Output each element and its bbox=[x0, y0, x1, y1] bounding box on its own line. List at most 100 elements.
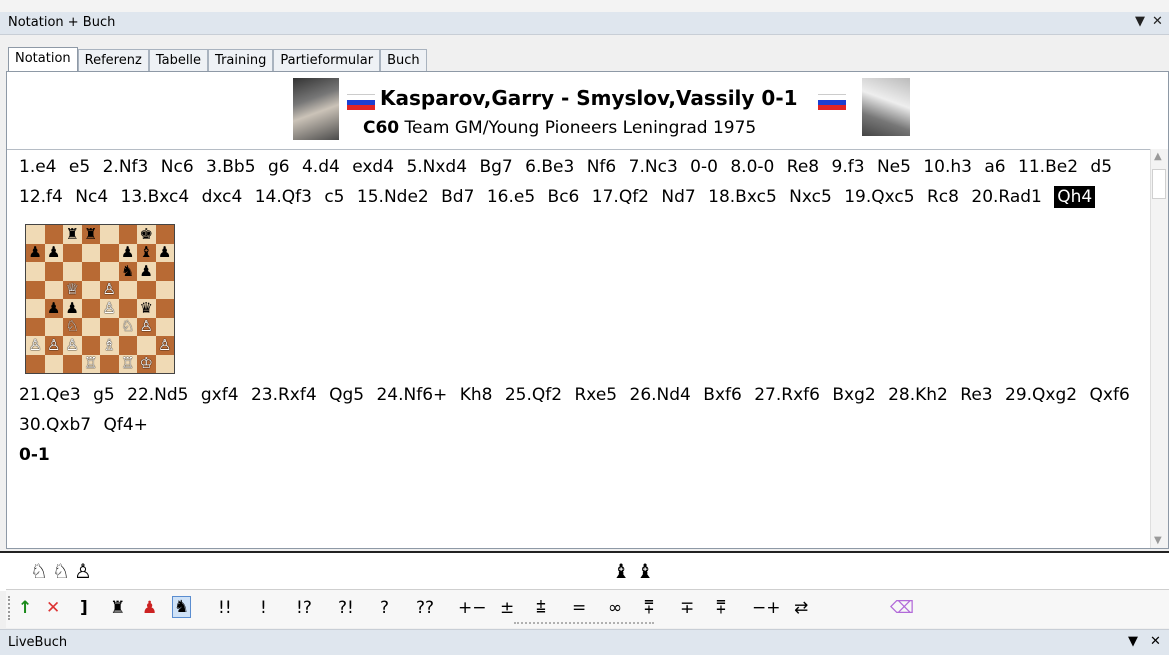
annotation-symbol-button[interactable]: −+ bbox=[752, 598, 781, 618]
move[interactable]: g5 bbox=[93, 385, 115, 405]
annotation-symbol-button[interactable]: ⩲ bbox=[536, 598, 546, 618]
move[interactable]: 13.Bxc4 bbox=[121, 187, 190, 207]
board-square bbox=[100, 243, 119, 262]
annotation-symbol-button[interactable]: ? bbox=[380, 598, 389, 618]
move[interactable]: Nd7 bbox=[661, 187, 695, 207]
close-icon[interactable]: ✕ bbox=[1152, 14, 1163, 29]
promote-variation-arrow-icon[interactable]: ↑ bbox=[18, 598, 32, 618]
move[interactable]: d5 bbox=[1090, 157, 1112, 177]
move[interactable]: 22.Nd5 bbox=[127, 385, 188, 405]
move[interactable]: Nxc5 bbox=[789, 187, 832, 207]
annotation-symbol-button[interactable]: ⩱ bbox=[644, 598, 654, 618]
move[interactable]: Qf4+ bbox=[104, 415, 148, 435]
black-bishop-icon[interactable]: ♝ bbox=[636, 559, 654, 583]
white-knight-icon[interactable]: ♘ bbox=[52, 559, 70, 583]
move[interactable]: 9.f3 bbox=[832, 157, 865, 177]
move[interactable]: 24.Nf6+ bbox=[376, 385, 447, 405]
annotation-symbol-button[interactable]: ! bbox=[260, 598, 267, 618]
move[interactable]: Bd7 bbox=[441, 187, 474, 207]
eraser-icon[interactable]: ⌫ bbox=[890, 598, 914, 618]
move[interactable]: 11.Be2 bbox=[1018, 157, 1078, 177]
move[interactable]: Ne5 bbox=[877, 157, 911, 177]
white-knight-icon[interactable]: ♘ bbox=[30, 559, 48, 583]
move[interactable]: 14.Qf3 bbox=[255, 187, 312, 207]
move[interactable]: Bxf6 bbox=[703, 385, 742, 405]
move[interactable]: 26.Nd4 bbox=[630, 385, 691, 405]
scroll-thumb[interactable] bbox=[1152, 169, 1166, 199]
board-diagram-button[interactable]: ♞ bbox=[172, 596, 192, 618]
annotation-symbol-button[interactable]: ∞ bbox=[608, 598, 622, 618]
move[interactable]: 29.Qxg2 bbox=[1005, 385, 1077, 405]
annotation-symbol-button[interactable]: !? bbox=[296, 598, 312, 618]
scroll-up-icon[interactable]: ▲ bbox=[1154, 151, 1162, 162]
move[interactable]: 5.Nxd4 bbox=[406, 157, 467, 177]
annotation-symbol-button[interactable]: = bbox=[572, 598, 586, 618]
toolbar-resize-grip[interactable] bbox=[514, 622, 654, 627]
move[interactable]: 12.f4 bbox=[19, 187, 63, 207]
move[interactable]: c5 bbox=[324, 187, 344, 207]
move[interactable]: 19.Qxc5 bbox=[844, 187, 914, 207]
scroll-down-icon[interactable]: ▼ bbox=[1154, 535, 1162, 546]
move[interactable]: Kh8 bbox=[460, 385, 493, 405]
move[interactable]: 1.e4 bbox=[19, 157, 57, 177]
move[interactable]: Qxf6 bbox=[1090, 385, 1130, 405]
move[interactable]: 3.Bb5 bbox=[206, 157, 256, 177]
annotation-symbol-button[interactable]: +− bbox=[458, 598, 487, 618]
move[interactable]: 0-0 bbox=[690, 157, 718, 177]
annotation-symbol-button[interactable]: ± bbox=[500, 598, 514, 618]
move[interactable]: 7.Nc3 bbox=[629, 157, 678, 177]
vertical-scrollbar[interactable]: ▲ ▼ bbox=[1150, 149, 1168, 548]
move[interactable]: 18.Bxc5 bbox=[708, 187, 777, 207]
annotation-symbol-button[interactable]: !! bbox=[218, 598, 232, 618]
move[interactable]: 10.h3 bbox=[923, 157, 972, 177]
move[interactable]: Rc8 bbox=[927, 187, 959, 207]
move[interactable]: 27.Rxf6 bbox=[754, 385, 820, 405]
diagram-board[interactable]: ♜ ♜ ♚ ♟ ♟ ♟ ♝ ♟ ♞ ♟ ♕ ♙ ♟ ♟ ♙ ♛ ♘ ♘ ♙ ♙ ♙ ♙ ♗ ♙ ♖ ♖ ♔ bbox=[25, 224, 175, 374]
move[interactable]: Nc6 bbox=[161, 157, 194, 177]
pin-dropdown-icon[interactable]: ▼ bbox=[1135, 14, 1145, 29]
move[interactable]: 28.Kh2 bbox=[888, 385, 948, 405]
move[interactable]: 30.Qxb7 bbox=[19, 415, 91, 435]
move[interactable]: 2.Nf3 bbox=[103, 157, 149, 177]
move[interactable]: Qg5 bbox=[329, 385, 364, 405]
move[interactable]: 4.d4 bbox=[302, 157, 340, 177]
move[interactable]: Rxe5 bbox=[574, 385, 617, 405]
move[interactable]: 20.Rad1 bbox=[971, 187, 1042, 207]
move[interactable]: 16.e5 bbox=[487, 187, 535, 207]
move[interactable]: 15.Nde2 bbox=[357, 187, 429, 207]
close-icon[interactable]: ✕ bbox=[1150, 634, 1161, 649]
move[interactable]: Re3 bbox=[960, 385, 992, 405]
move[interactable]: g6 bbox=[268, 157, 290, 177]
move[interactable]: Bg7 bbox=[479, 157, 512, 177]
move[interactable]: 6.Be3 bbox=[525, 157, 574, 177]
move[interactable]: Re8 bbox=[787, 157, 819, 177]
move[interactable]: e5 bbox=[69, 157, 90, 177]
delete-move-icon[interactable]: ✕ bbox=[46, 598, 60, 618]
move[interactable]: Nf6 bbox=[587, 157, 617, 177]
black-bishop-icon[interactable]: ♝ bbox=[612, 559, 630, 583]
annotation-symbol-button[interactable]: ⩱ bbox=[716, 598, 726, 618]
move[interactable]: 8.0-0 bbox=[730, 157, 774, 177]
move[interactable]: Nc4 bbox=[75, 187, 108, 207]
bracket-button[interactable]: ] bbox=[80, 598, 88, 618]
rook-icon[interactable]: ♜ bbox=[110, 598, 125, 618]
move[interactable]: a6 bbox=[984, 157, 1005, 177]
move[interactable]: 23.Rxf4 bbox=[251, 385, 317, 405]
move[interactable]: Bxg2 bbox=[832, 385, 875, 405]
annotation-symbol-button[interactable]: ⇄ bbox=[794, 598, 808, 618]
toolbar-grip[interactable] bbox=[8, 596, 13, 620]
move[interactable]: gxf4 bbox=[201, 385, 239, 405]
move[interactable]: Bc6 bbox=[548, 187, 580, 207]
move[interactable]: 17.Qf2 bbox=[592, 187, 649, 207]
pin-dropdown-icon[interactable]: ▼ bbox=[1128, 634, 1138, 649]
annotation-symbol-button[interactable]: ?? bbox=[416, 598, 434, 618]
annotation-symbol-button[interactable]: ?! bbox=[338, 598, 354, 618]
move[interactable]: dxc4 bbox=[202, 187, 243, 207]
move[interactable]: 25.Qf2 bbox=[505, 385, 562, 405]
annotation-symbol-button[interactable]: ∓ bbox=[680, 598, 694, 618]
move[interactable]: exd4 bbox=[352, 157, 394, 177]
white-pawn-icon[interactable]: ♙ bbox=[74, 559, 92, 583]
current-move[interactable]: Qh4 bbox=[1054, 186, 1096, 208]
move[interactable]: 21.Qe3 bbox=[19, 385, 81, 405]
pawn-red-icon[interactable]: ♟ bbox=[142, 598, 157, 618]
